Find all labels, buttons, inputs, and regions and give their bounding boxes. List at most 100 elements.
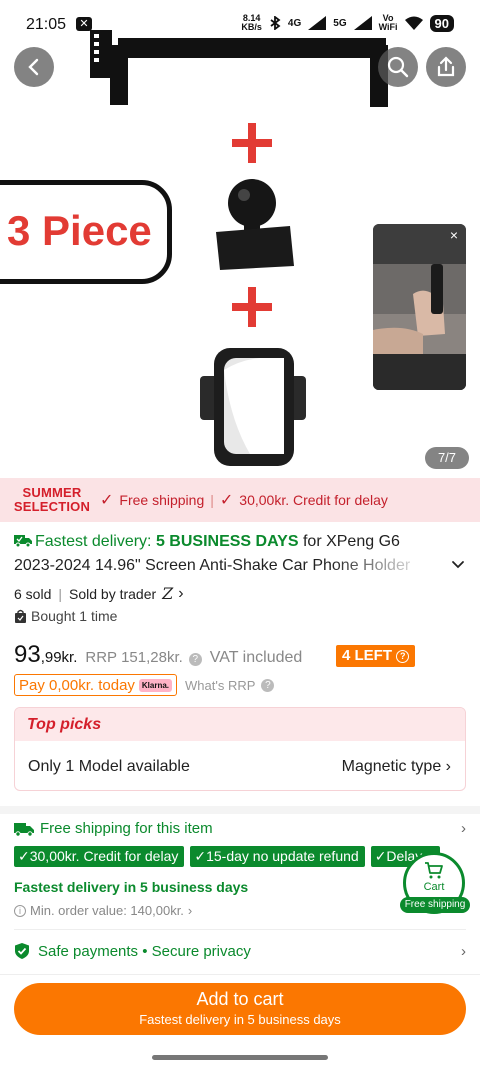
top-picks-title: Top picks bbox=[15, 708, 465, 741]
tag-credit-for-delay: ✓30,00kr. Credit for delay bbox=[14, 846, 185, 867]
bluetooth-icon bbox=[270, 16, 281, 30]
shopping-bag-icon bbox=[15, 609, 26, 623]
safe-payments-text: Safe payments • Secure privacy bbox=[38, 942, 251, 960]
chevron-right-icon: › bbox=[461, 820, 466, 837]
fastest-delivery-label: Fastest delivery: bbox=[35, 533, 152, 550]
search-button[interactable] bbox=[378, 47, 418, 87]
stock-left-badge[interactable]: 4 LEFT ? bbox=[336, 645, 416, 667]
tag-no-update-refund: ✓15-day no update refund bbox=[190, 846, 365, 867]
info-icon[interactable]: ? bbox=[188, 653, 202, 666]
network-4g-label: 4G bbox=[287, 17, 302, 29]
chevron-right-icon: › bbox=[178, 584, 184, 602]
fastest-delivery-days: 5 BUSINESS DAYS bbox=[155, 533, 299, 550]
top-picks-panel[interactable]: Top picks Only 1 Model available Magneti… bbox=[14, 707, 466, 791]
vowifi-bottom: WiFi bbox=[378, 22, 398, 32]
check-icon: ✓ bbox=[100, 492, 114, 509]
sold-count: 6 sold bbox=[14, 585, 52, 602]
wifi-icon bbox=[404, 16, 423, 30]
free-shipping-row[interactable]: Free shipping for this item › bbox=[14, 820, 466, 837]
close-video-icon[interactable]: × bbox=[446, 227, 462, 243]
chevron-right-icon: › bbox=[187, 903, 193, 918]
share-icon bbox=[437, 56, 455, 77]
status-bar: 21:05 ✕ 8.14 KB/s 4G 5G Vo WiFi 90 bbox=[0, 0, 480, 50]
summer-logo-line1: SUMMER bbox=[22, 485, 82, 500]
variant-type: Magnetic type bbox=[341, 757, 442, 775]
status-time: 21:05 bbox=[26, 16, 67, 33]
vat-included: VAT included bbox=[209, 649, 303, 666]
bought-row: Bought 1 time bbox=[14, 608, 117, 624]
klarna-logo: Klarna. bbox=[138, 678, 173, 692]
trader-logo: Z bbox=[162, 584, 174, 603]
title-line2: 2023-2024 14.96" Screen Anti-Shake Car P… bbox=[14, 557, 411, 574]
product-image-gallery[interactable]: 21:05 ✕ 8.14 KB/s 4G 5G Vo WiFi 90 3 Pie… bbox=[0, 0, 480, 478]
pay-today-box[interactable]: Pay 0,00kr. today Klarna. bbox=[14, 674, 178, 696]
sold-by-label: Sold by trader bbox=[69, 585, 157, 602]
add-to-cart-label: Add to cart bbox=[196, 989, 284, 1009]
product-title[interactable]: Fastest delivery: 5 BUSINESS DAYS for XP… bbox=[14, 530, 434, 578]
share-button[interactable] bbox=[426, 47, 466, 87]
pay-today-text: Pay 0,00kr. today bbox=[19, 676, 135, 694]
rrp-value: 151,28kr. bbox=[121, 649, 183, 666]
chevron-right-icon: › bbox=[445, 757, 451, 775]
divider: | bbox=[58, 585, 62, 602]
fastest-delivery-text: Fastest delivery in 5 business days bbox=[14, 879, 249, 895]
info-icon: i bbox=[14, 904, 26, 917]
search-icon bbox=[387, 56, 409, 78]
divider bbox=[14, 929, 466, 930]
video-thumbnail[interactable]: × bbox=[373, 224, 466, 390]
battery-level: 90 bbox=[429, 14, 454, 32]
summer-free-shipping: Free shipping bbox=[119, 492, 205, 508]
cart-label: Cart bbox=[423, 881, 445, 893]
image-counter: 7/7 bbox=[425, 447, 469, 469]
network-speed-unit: KB/s bbox=[241, 22, 262, 32]
tag-credit-text: 30,00kr. Credit for delay bbox=[29, 848, 179, 864]
section-divider bbox=[0, 806, 480, 814]
variant-selector[interactable]: Magnetic type › bbox=[342, 758, 451, 776]
min-order-text: Min. order value: 140,00kr. bbox=[30, 903, 184, 918]
min-order-row[interactable]: i Min. order value: 140,00kr. › bbox=[14, 903, 192, 918]
price-decimal: ,99kr. bbox=[40, 649, 78, 666]
sold-by-row[interactable]: 6 sold | Sold by trader Z › bbox=[14, 584, 184, 603]
vowifi-label: Vo WiFi bbox=[379, 14, 398, 32]
chevron-left-icon bbox=[28, 58, 39, 76]
shield-check-icon bbox=[15, 943, 29, 959]
cart-icon bbox=[425, 862, 443, 879]
rrp-label: RRP bbox=[85, 649, 118, 666]
delivery-truck-icon bbox=[14, 535, 32, 548]
back-button[interactable] bbox=[14, 47, 54, 87]
piece-count-badge: 3 Piece bbox=[0, 180, 172, 284]
divider: | bbox=[210, 492, 214, 508]
expand-title-chevron-down-icon[interactable] bbox=[450, 556, 466, 572]
whats-rrp-link[interactable]: What's RRP bbox=[185, 678, 255, 693]
network-speed: 8.14 KB/s bbox=[241, 14, 262, 32]
stock-left-text: 4 LEFT bbox=[342, 647, 393, 664]
divider bbox=[0, 974, 480, 975]
floating-cart-button[interactable]: Cart Free shipping bbox=[400, 852, 470, 914]
klarna-row[interactable]: Pay 0,00kr. today Klarna. What's RRP ? bbox=[14, 674, 275, 696]
bought-count: Bought 1 time bbox=[31, 608, 118, 624]
chevron-right-icon: › bbox=[461, 942, 466, 960]
network-5g-label: 5G bbox=[333, 17, 347, 29]
add-to-cart-button[interactable]: Add to cart Fastest delivery in 5 busine… bbox=[14, 983, 466, 1035]
signal-4g-icon bbox=[308, 16, 327, 30]
summer-credit-for-delay: 30,00kr. Credit for delay bbox=[239, 492, 388, 508]
notification-x-icon: ✕ bbox=[76, 17, 92, 31]
video-preview-image bbox=[373, 224, 466, 390]
safe-payments-row[interactable]: Safe payments • Secure privacy › bbox=[14, 942, 466, 960]
check-icon: ✓ bbox=[219, 492, 234, 509]
summer-selection-banner: SUMMER SELECTION ✓ Free shipping | ✓ 30,… bbox=[0, 478, 480, 522]
free-shipping-text: Free shipping for this item bbox=[40, 820, 213, 837]
price-row: 93 ,99kr. RRP 151,28kr. ? VAT included bbox=[14, 641, 302, 669]
model-availability: Only 1 Model available bbox=[28, 757, 190, 775]
delivery-truck-icon bbox=[14, 822, 34, 837]
signal-5g-icon bbox=[353, 16, 372, 30]
summer-selection-logo: SUMMER SELECTION bbox=[12, 486, 92, 514]
home-indicator[interactable] bbox=[152, 1055, 328, 1060]
cart-free-shipping-pill: Free shipping bbox=[400, 897, 470, 913]
summer-logo-line2: SELECTION bbox=[13, 499, 91, 514]
price-integer: 93 bbox=[14, 641, 41, 668]
question-icon: ? bbox=[396, 650, 410, 663]
info-icon[interactable]: ? bbox=[261, 678, 275, 692]
add-to-cart-sub: Fastest delivery in 5 business days bbox=[139, 1012, 341, 1027]
title-line1: for XPeng G6 bbox=[302, 533, 400, 550]
